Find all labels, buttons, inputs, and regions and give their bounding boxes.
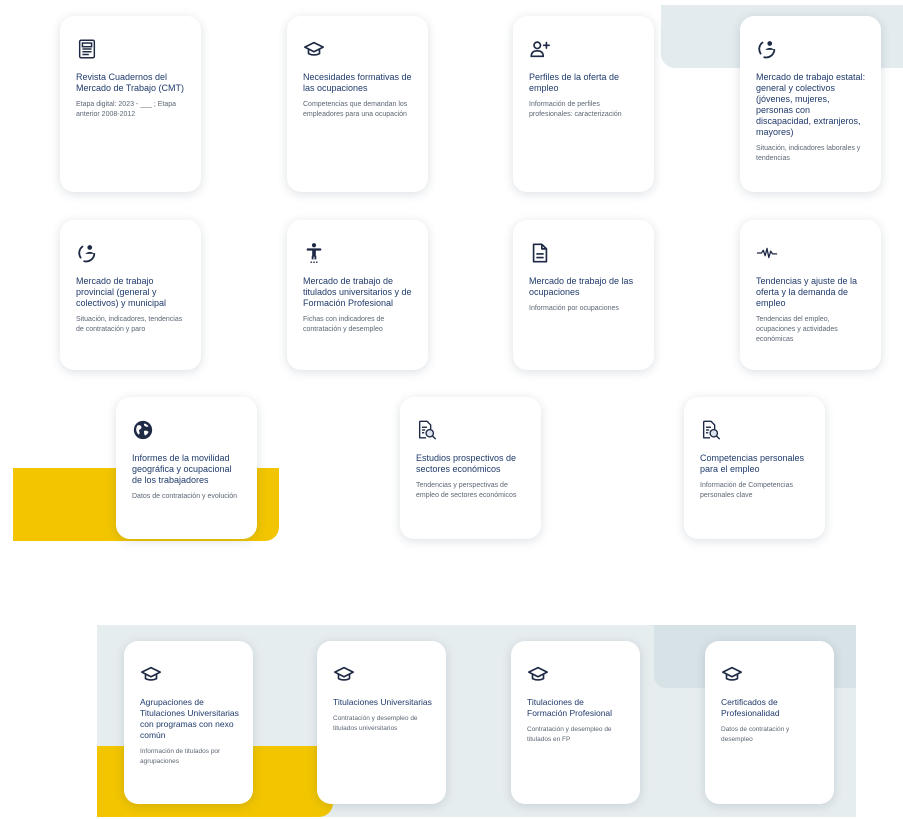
card-title: Revista Cuadernos del Mercado de Trabajo… [76,72,185,93]
card-mercado-ocupaciones[interactable]: Mercado de trabajo de las ocupaciones In… [513,220,654,370]
card-description: Contratación y desempleo de titulados en… [527,726,612,743]
card-description: Contratación y desempleo de titulados un… [333,715,418,732]
card-description: Situación, indicadores laborales y tende… [756,145,861,162]
card-revista-cmt[interactable]: Revista Cuadernos del Mercado de Trabajo… [60,16,201,192]
card-title: Certificados de Profesionalidad [721,697,780,718]
card-title: Mercado de trabajo estatal: general y co… [756,72,866,137]
card-necesidades-formativas[interactable]: Necesidades formativas de las ocupacione… [287,16,428,192]
card-title: Perfiles de la oferta de empleo [529,72,620,93]
card-description: Competencias que demandan los empleadore… [303,101,408,118]
card-title: Mercado de trabajo provincial (general y… [76,276,167,308]
card-description: Datos de contratación y evolución [132,493,238,500]
card-description: Datos de contratación y desempleo [721,726,790,743]
card-description: Tendencias del empleo, ocupaciones y act… [756,316,838,343]
card-title: Mercado de trabajo de las ocupaciones [529,276,634,297]
card-tendencias-ajuste[interactable]: Tendencias y ajuste de la oferta y la de… [740,220,881,370]
card-titulaciones-fp[interactable]: Titulaciones de Formación Profesional Co… [511,641,640,804]
card-description: Información de Competencias personales c… [700,482,793,499]
card-title: Estudios prospectivos de sectores económ… [416,453,517,474]
card-title: Informes de la movilidad geográfica y oc… [132,453,232,485]
document-search-icon [700,419,722,441]
card-description: Fichas con indicadores de contratación y… [303,316,385,333]
document-icon [529,242,551,264]
card-certificados-profesionalidad[interactable]: Certificados de Profesionalidad Datos de… [705,641,834,804]
card-title: Titulaciones Universitarias [333,697,432,707]
globe-icon [132,419,154,441]
graduation-cap-icon [527,663,549,685]
graduation-cap-icon [140,663,162,685]
card-mercado-provincial[interactable]: Mercado de trabajo provincial (general y… [60,220,201,370]
card-title: Mercado de trabajo de titulados universi… [303,276,412,308]
card-description: Información por ocupaciones [529,305,619,312]
graduation-cap-icon [303,38,325,60]
card-description: Situación, indicadores, tendencias de co… [76,316,183,333]
person-add-icon [529,38,551,60]
card-description: Etapa digital: 2023 - ___ ; Etapa anteri… [76,101,177,118]
card-movilidad-geografica[interactable]: Informes de la movilidad geográfica y oc… [116,397,257,539]
person-cycle-icon [756,38,778,60]
card-description: Información de perfiles profesionales: c… [529,101,622,118]
card-description: Información de titulados por agrupacione… [140,748,221,765]
card-perfiles-oferta[interactable]: Perfiles de la oferta de empleo Informac… [513,16,654,192]
card-competencias-personales[interactable]: Competencias personales para el empleo I… [684,397,825,539]
card-title: Competencias personales para el empleo [700,453,805,474]
card-description: Tendencias y perspectivas de empleo de s… [416,482,517,499]
document-search-icon [416,419,438,441]
card-titulaciones-universitarias[interactable]: Titulaciones Universitarias Contratación… [317,641,446,804]
card-agrupaciones-titulaciones[interactable]: Agrupaciones de Titulaciones Universitar… [124,641,253,804]
newspaper-icon [76,38,98,60]
card-mercado-titulados[interactable]: Mercado de trabajo de titulados universi… [287,220,428,370]
person-cycle-icon [76,242,98,264]
graduation-cap-icon [333,663,355,685]
card-title: Agrupaciones de Titulaciones Universitar… [140,697,239,740]
card-title: Necesidades formativas de las ocupacione… [303,72,412,93]
card-title: Tendencias y ajuste de la oferta y la de… [756,276,858,308]
card-mercado-estatal[interactable]: Mercado de trabajo estatal: general y co… [740,16,881,192]
card-estudios-prospectivos[interactable]: Estudios prospectivos de sectores económ… [400,397,541,539]
person-figure-icon [303,242,325,264]
card-title: Titulaciones de Formación Profesional [527,697,613,718]
graduation-cap-icon [721,663,743,685]
pulse-icon [756,242,778,264]
